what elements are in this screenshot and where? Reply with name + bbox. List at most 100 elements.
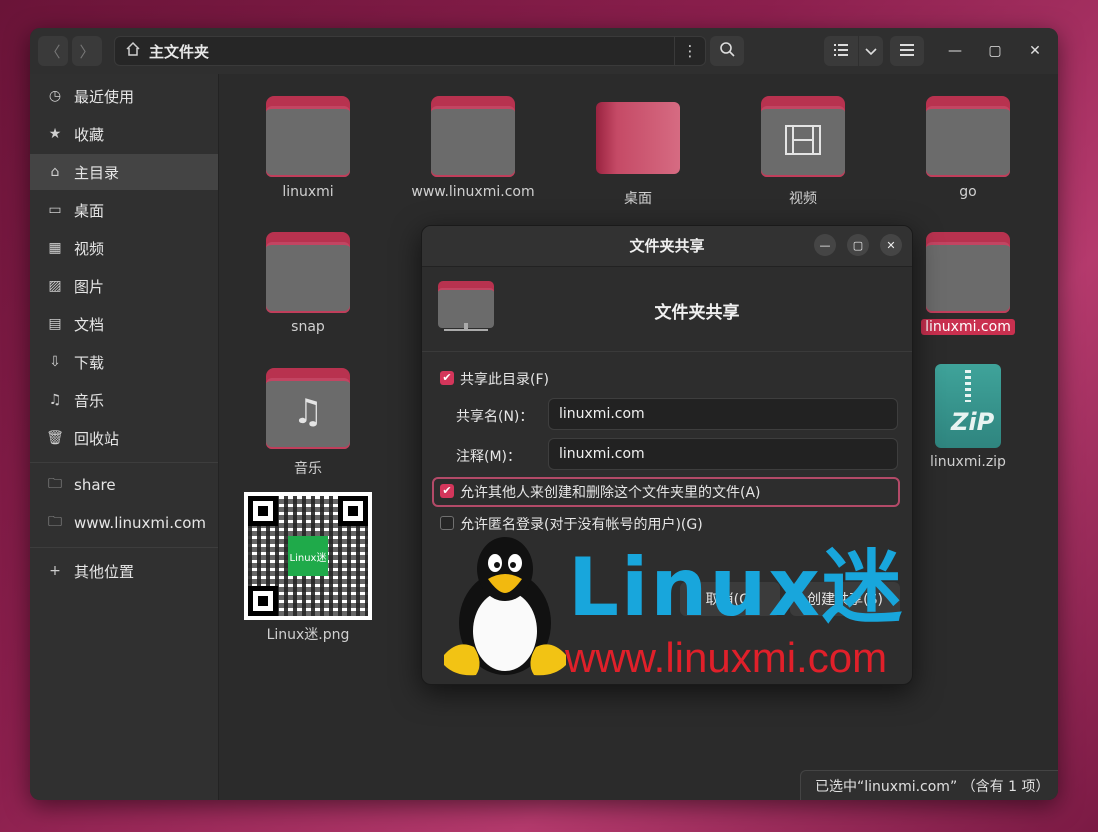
path-bar[interactable]: 主文件夹 ⋮: [114, 36, 706, 66]
sidebar-item-starred[interactable]: ★ 收藏: [30, 116, 218, 152]
sidebar-separator: [30, 462, 218, 463]
comment-input[interactable]: linuxmi.com: [548, 438, 898, 470]
main-menu-button[interactable]: [890, 36, 924, 66]
dialog-maximize-button[interactable]: ▢: [847, 234, 869, 256]
file-item-linuxmi[interactable]: [266, 96, 350, 177]
sidebar-item-trash[interactable]: 🗑︎ 回收站: [30, 420, 218, 456]
folder-icon: 🗀︎: [48, 476, 62, 492]
allow-write-label: 允许其他人来创建和删除这个文件夹里的文件(A): [460, 485, 761, 501]
document-icon: ▤: [48, 316, 62, 332]
maximize-icon: ▢: [988, 43, 1002, 59]
film-icon: ▦: [48, 240, 62, 256]
sidebar-item-recent[interactable]: ◷ 最近使用: [30, 78, 218, 114]
clock-icon: ◷: [48, 88, 62, 104]
watermark-url-text: www.linuxmi.com: [565, 634, 888, 681]
tux-penguin-logo: [444, 537, 566, 676]
chevron-down-icon: [865, 42, 877, 60]
plus-icon: +: [49, 563, 61, 579]
sidebar-item-linuxmi[interactable]: 🗀︎ www.linuxmi.com: [30, 505, 218, 541]
share-name-input[interactable]: linuxmi.com: [548, 398, 898, 430]
file-label: Linux迷.png: [266, 627, 350, 643]
chevron-left-icon: 〈: [45, 42, 61, 61]
qr-logo: Linux迷: [288, 536, 328, 576]
header-bar: 〈 〉 主文件夹 ⋮ — ▢ ✕: [30, 28, 1058, 75]
file-item-videos[interactable]: [761, 96, 845, 177]
chevron-right-icon: 〉: [79, 42, 95, 61]
image-icon: ▨: [48, 278, 62, 294]
dialog-minimize-button[interactable]: —: [814, 234, 836, 256]
dialog-heading: 文件夹共享: [654, 303, 740, 323]
sidebar-item-downloads[interactable]: ⇩ 下载: [30, 344, 218, 380]
sidebar: ◷ 最近使用 ★ 收藏 ⌂ 主目录 ▭ 桌面 ▦ 视频 ▨ 图片 ▤ 文档 ⇩ 下载 ♫ 音乐 🗑…: [30, 74, 219, 800]
sidebar-item-documents[interactable]: ▤ 文档: [30, 306, 218, 342]
check-icon: ✔: [442, 484, 452, 497]
close-button[interactable]: ✕: [1026, 43, 1044, 59]
hamburger-menu-icon: [900, 42, 914, 60]
forward-button[interactable]: 〉: [72, 36, 102, 66]
share-name-label: 共享名(N)：: [456, 409, 534, 425]
sidebar-item-other-locations[interactable]: + 其他位置: [30, 553, 218, 589]
close-icon: ✕: [886, 238, 896, 252]
back-button[interactable]: 〈: [38, 36, 68, 66]
sidebar-item-videos[interactable]: ▦ 视频: [30, 230, 218, 266]
file-label: go: [959, 184, 977, 200]
file-item-www-linuxmi-com[interactable]: [431, 96, 515, 177]
sidebar-separator: [30, 547, 218, 548]
home-icon: [125, 41, 141, 61]
minimize-icon: —: [948, 43, 962, 59]
dialog-title: 文件夹共享: [629, 237, 705, 255]
sidebar-item-desktop[interactable]: ▭ 桌面: [30, 192, 218, 228]
file-label: 音乐: [294, 461, 322, 477]
sidebar-item-home[interactable]: ⌂ 主目录: [30, 154, 218, 190]
minimize-icon: —: [819, 238, 831, 252]
dialog-close-button[interactable]: ✕: [880, 234, 902, 256]
comment-label: 注释(M)：: [456, 449, 522, 465]
file-item-go[interactable]: [926, 96, 1010, 177]
zipper-icon: [965, 370, 971, 402]
view-mode-button[interactable]: [824, 36, 858, 66]
file-item-linuxmi-com[interactable]: [926, 232, 1010, 313]
trash-icon: 🗑︎: [46, 430, 64, 446]
file-label: www.linuxmi.com: [411, 184, 535, 200]
file-item-music[interactable]: ♫: [266, 368, 350, 449]
shared-folder-icon: [438, 281, 494, 331]
download-icon: ⇩: [49, 354, 61, 370]
file-label: linuxmi: [282, 184, 334, 200]
allow-guest-label: 允许匿名登录(对于没有帐号的用户)(G): [460, 517, 703, 533]
zip-badge: ZiP: [951, 408, 995, 436]
music-icon: ♫: [292, 392, 324, 432]
file-item-linuxmi-zip[interactable]: ZiP: [935, 364, 1001, 448]
allow-guest-checkbox[interactable]: [440, 516, 454, 530]
file-item-snap[interactable]: [266, 232, 350, 313]
minimize-button[interactable]: —: [946, 43, 964, 59]
search-button[interactable]: [710, 36, 744, 66]
path-menu-button[interactable]: ⋮: [674, 37, 705, 65]
watermark-logo-text: Linux迷: [568, 541, 904, 634]
share-folder-checkbox[interactable]: ✔: [440, 371, 454, 385]
sidebar-item-pictures[interactable]: ▨ 图片: [30, 268, 218, 304]
maximize-button[interactable]: ▢: [986, 43, 1004, 59]
search-icon: [719, 41, 735, 61]
music-icon: ♫: [48, 392, 62, 408]
file-item-qr-image[interactable]: Linux迷: [244, 492, 372, 620]
maximize-icon: ▢: [852, 238, 864, 252]
view-options-button[interactable]: [859, 36, 883, 66]
film-icon: [761, 106, 845, 174]
file-item-desktop[interactable]: [596, 102, 680, 174]
file-label: snap: [291, 319, 325, 335]
share-folder-label: 共享此目录(F): [460, 372, 549, 388]
file-label: 视频: [789, 191, 817, 207]
folder-icon: 🗀︎: [48, 514, 62, 530]
check-icon: ✔: [442, 371, 452, 384]
sidebar-item-music[interactable]: ♫ 音乐: [30, 382, 218, 418]
kebab-menu-icon: ⋮: [682, 42, 698, 60]
desktop-icon: ▭: [48, 202, 62, 218]
sidebar-item-share[interactable]: 🗀︎ share: [30, 467, 218, 503]
close-icon: ✕: [1029, 43, 1041, 59]
status-bar: 已选中“linuxmi.com” （含有 1 项）: [800, 770, 1058, 800]
path-title: 主文件夹: [149, 42, 210, 61]
allow-write-checkbox[interactable]: ✔: [440, 484, 454, 498]
home-icon: ⌂: [50, 164, 60, 180]
list-view-icon: [834, 42, 848, 60]
file-label: 桌面: [624, 191, 652, 207]
